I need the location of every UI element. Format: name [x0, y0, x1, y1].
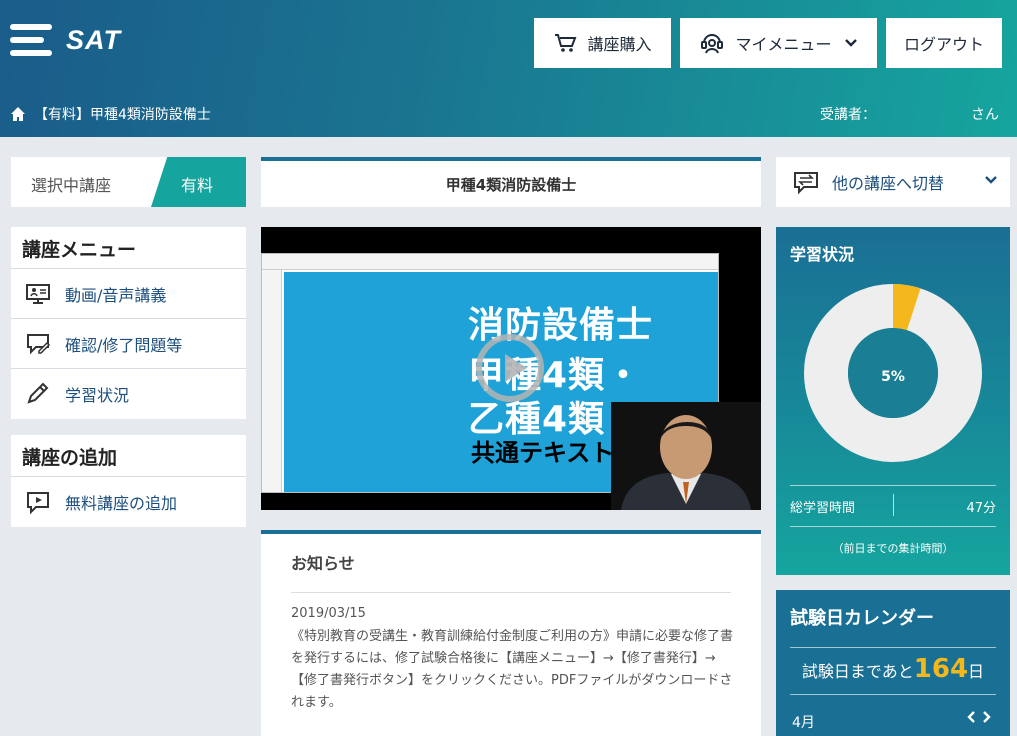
- student-label: 受講者：: [820, 107, 876, 123]
- switch-course-button[interactable]: 他の講座へ切替: [776, 157, 1010, 207]
- course-title: 甲種4類消防設備士: [261, 157, 761, 207]
- breadcrumb-course[interactable]: 【有料】甲種4類消防設備士: [34, 104, 211, 124]
- learning-status-panel: 学習状況 5% 総学習時間 47分 （前日までの集計時間）: [776, 227, 1010, 575]
- buy-course-label: 講座購入: [587, 35, 652, 54]
- status-divider: [790, 526, 996, 527]
- calendar-title: 試験日カレンダー: [790, 608, 934, 629]
- logout-button[interactable]: ログアウト: [886, 18, 1002, 68]
- selected-course: 選択中講座 有料: [11, 157, 246, 207]
- calendar-divider: [790, 647, 996, 648]
- my-menu-label: マイメニュー: [735, 35, 832, 54]
- total-time-value: 47分: [966, 501, 996, 516]
- menu-item-label: 学習状況: [65, 386, 130, 405]
- menu-lines-icon: [10, 22, 54, 58]
- countdown-suffix: 日: [968, 662, 985, 681]
- selected-course-label: 選択中講座: [31, 176, 112, 195]
- logout-label: ログアウト: [903, 35, 984, 54]
- notice-date: 2019/03/15: [291, 606, 366, 621]
- my-menu-button[interactable]: マイメニュー: [680, 18, 877, 68]
- breadcrumb: 【有料】甲種4類消防設備士: [10, 104, 211, 124]
- chevron-left-icon[interactable]: [966, 710, 976, 724]
- countdown-prefix: 試験日まであと: [801, 662, 914, 681]
- notice-panel: お知らせ 2019/03/15 《特別教育の受講生・教育訓練給付金制度ご利用の方…: [261, 530, 761, 736]
- exam-calendar-panel: 試験日カレンダー 試験日まであと164日 4月: [776, 590, 1010, 736]
- total-time-separator: [893, 494, 894, 516]
- video-player[interactable]: 消防設備士 甲種4類・ 乙種4類 共通テキスト: [261, 227, 761, 510]
- countdown-days: 164: [913, 654, 969, 684]
- total-time-note: （前日までの集計時間）: [832, 542, 954, 555]
- notice-body: 《特別教育の受講生・教育訓練給付金制度ご利用の方》申請に必要な修了書を発行するに…: [291, 629, 734, 710]
- menu-item-exercises[interactable]: 確認/修了問題等: [11, 319, 246, 369]
- exam-countdown: 試験日まであと164日: [776, 654, 1010, 684]
- progress-arc: [892, 284, 921, 331]
- cart-icon: [555, 34, 577, 52]
- status-title: 学習状況: [790, 245, 855, 264]
- buy-course-button[interactable]: 講座購入: [534, 18, 671, 68]
- chat-pencil-icon: [27, 333, 51, 354]
- menu-item-add-free-course[interactable]: 無料講座の追加: [11, 477, 246, 527]
- play-button[interactable]: [476, 334, 544, 402]
- menu-item-progress[interactable]: 学習状況: [11, 369, 246, 419]
- notice-title: お知らせ: [291, 554, 355, 573]
- pencil-icon: [27, 382, 49, 404]
- progress-percent: 5%: [881, 369, 905, 385]
- course-menu-panel: 講座メニュー 動画/音声講義 確認/修了問題等 学習状況: [11, 227, 246, 419]
- course-menu-title: 講座メニュー: [11, 227, 246, 269]
- chevron-down-icon: [985, 176, 997, 184]
- chevron-right-icon[interactable]: [982, 710, 992, 724]
- play-chat-icon: [27, 492, 49, 514]
- logo[interactable]: SAT: [10, 22, 121, 58]
- chevron-down-icon: [844, 39, 857, 47]
- switch-course-label: 他の講座へ切替: [832, 174, 945, 193]
- presenter-image: [611, 402, 761, 510]
- paid-badge: 有料: [181, 176, 214, 195]
- student-suffix: さん: [971, 107, 999, 123]
- add-course-panel: 講座の追加 無料講座の追加: [11, 435, 246, 527]
- switch-chat-icon: [794, 172, 818, 194]
- logo-text: SAT: [66, 24, 121, 55]
- video-pdf-toolbar: [262, 254, 718, 270]
- total-time-label: 総学習時間: [790, 501, 856, 516]
- video-pdf-sidebar: [262, 270, 282, 492]
- headset-user-icon: [701, 34, 724, 54]
- menu-item-label: 確認/修了問題等: [65, 335, 183, 355]
- status-divider: [790, 485, 996, 486]
- header: SAT 講座購入 マイメニュー ログアウト 【有料】甲種4類消防設備士 受講者：…: [0, 0, 1017, 137]
- monitor-icon: [26, 283, 50, 304]
- notice-divider: [291, 592, 731, 593]
- menu-item-label: 無料講座の追加: [65, 494, 178, 513]
- calendar-nav: [966, 710, 992, 724]
- add-course-title: 講座の追加: [11, 435, 246, 477]
- slide-subtitle: 共通テキスト: [471, 439, 615, 467]
- home-icon[interactable]: [10, 106, 26, 122]
- calendar-month: 4月: [792, 715, 815, 731]
- menu-item-video-lectures[interactable]: 動画/音声講義: [11, 269, 246, 319]
- calendar-divider: [790, 694, 996, 695]
- menu-item-label: 動画/音声講義: [65, 285, 167, 305]
